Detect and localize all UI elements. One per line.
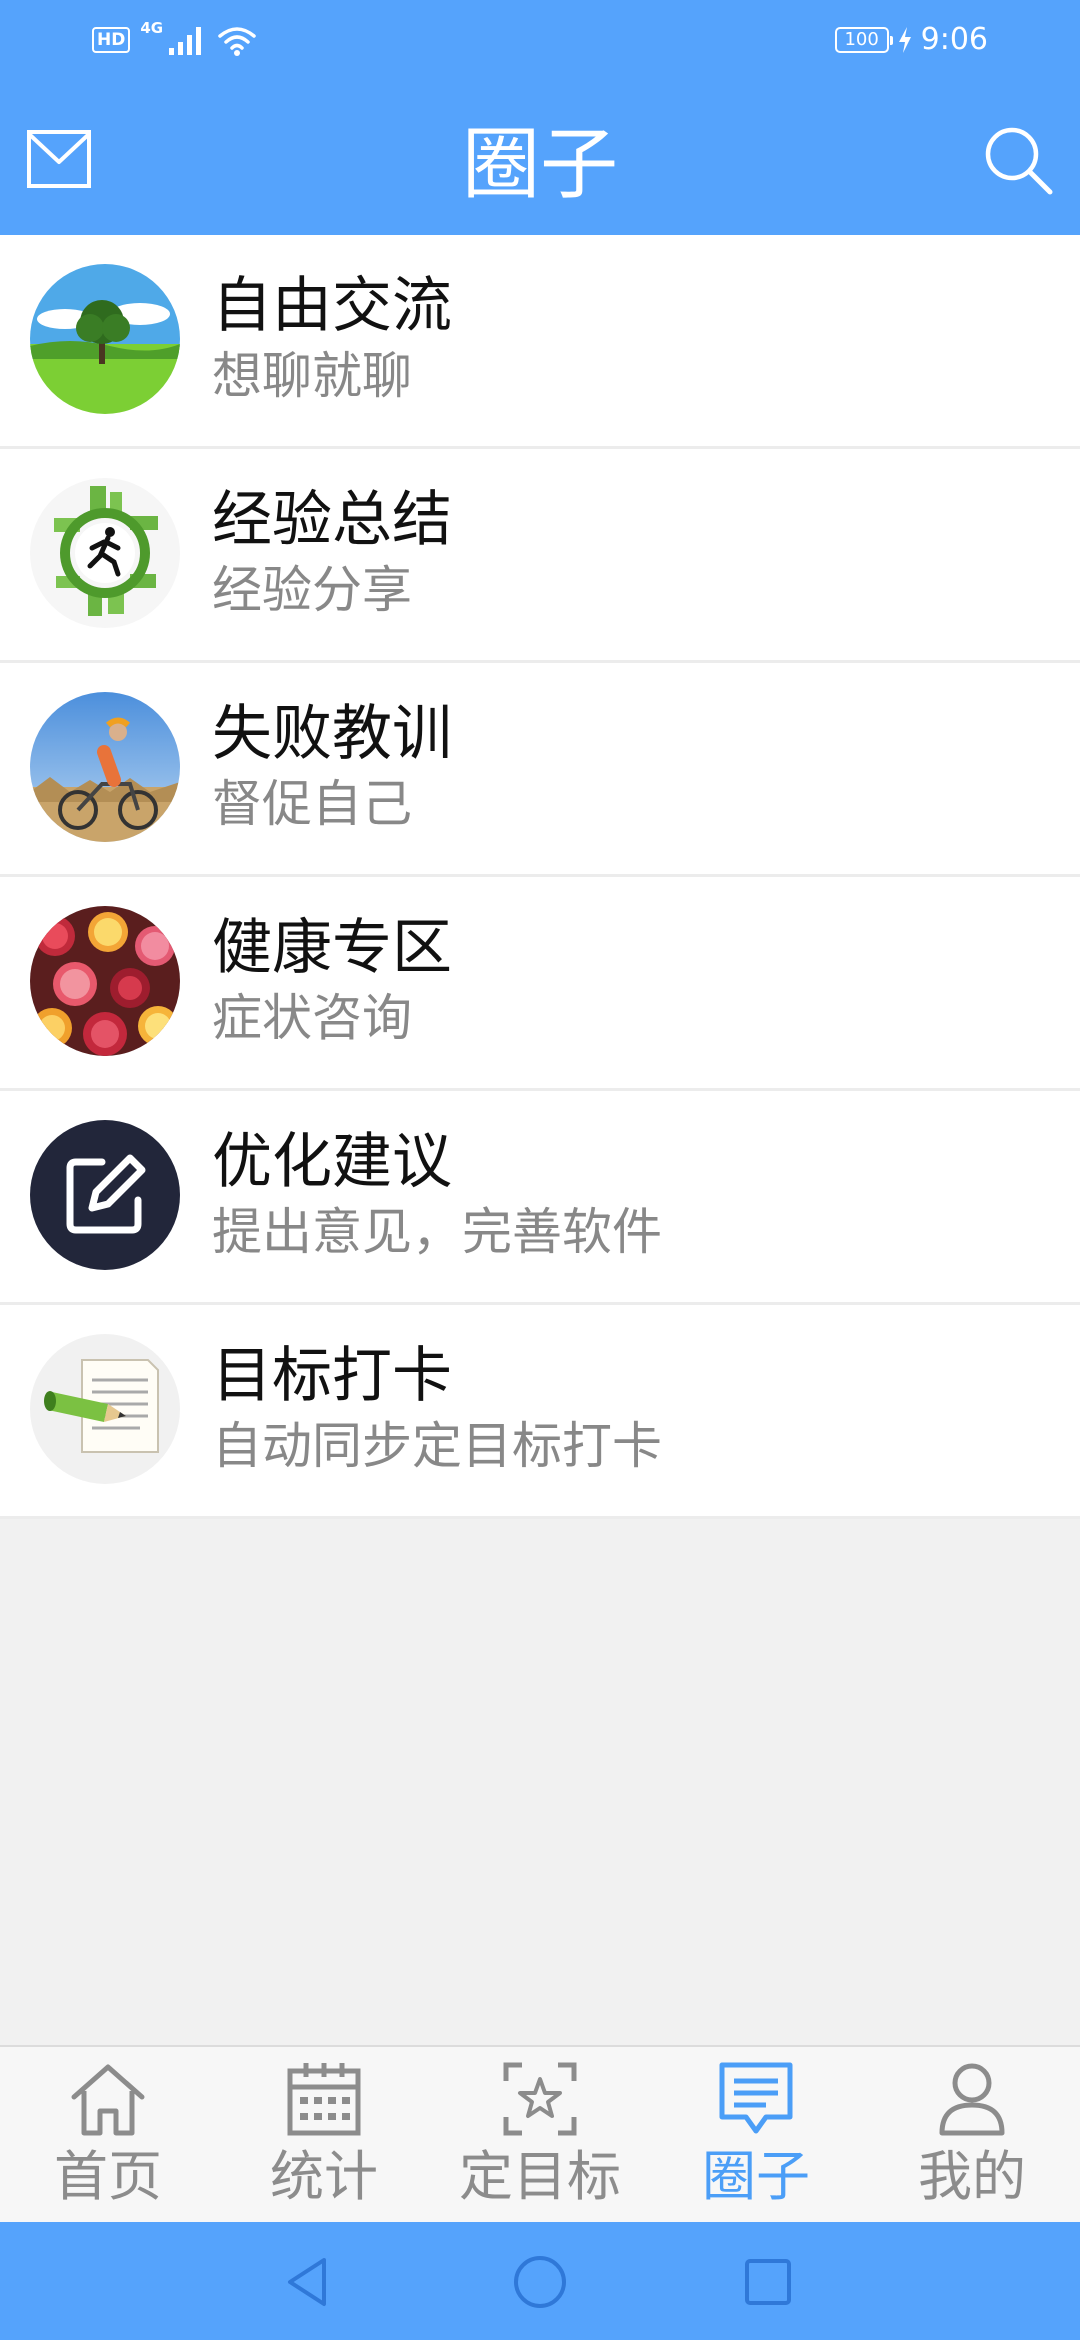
item-title: 经验总结 <box>212 485 452 555</box>
status-bar: HD 4G 100 9:06 <box>0 0 1080 84</box>
app-bar: 圈子 <box>0 84 1080 235</box>
network-type: 4G <box>140 19 164 37</box>
bottom-tab-bar: 首页 统计 定目标 圈子 我的 <box>0 2045 1080 2222</box>
item-subtitle: 想聊就聊 <box>212 347 412 405</box>
home-icon <box>71 2064 145 2136</box>
chat-bubble-icon <box>719 2062 793 2134</box>
item-subtitle: 自动同步定目标打卡 <box>212 1417 662 1475</box>
tab-label: 定目标 <box>459 2145 621 2208</box>
item-title: 优化建议 <box>212 1127 452 1197</box>
recents-square-icon[interactable] <box>738 2252 798 2312</box>
item-title: 失败教训 <box>212 699 452 769</box>
edit-note-avatar <box>30 1120 180 1270</box>
back-triangle-icon[interactable] <box>278 2252 338 2312</box>
hd-badge: HD <box>92 27 131 53</box>
status-left: HD 4G <box>92 19 257 56</box>
clock: 9:06 <box>920 22 988 57</box>
charging-bolt-icon <box>898 26 911 53</box>
tab-mine[interactable]: 我的 <box>864 2047 1080 2222</box>
tab-home[interactable]: 首页 <box>0 2047 216 2222</box>
list-item[interactable]: 自由交流 想聊就聊 <box>0 235 1080 449</box>
tab-label: 圈子 <box>702 2145 810 2208</box>
wifi-icon <box>218 27 256 56</box>
tab-label: 统计 <box>270 2145 378 2208</box>
item-title: 目标打卡 <box>212 1341 452 1411</box>
item-subtitle: 督促自己 <box>212 775 412 833</box>
calendar-icon <box>287 2063 361 2136</box>
list-item[interactable]: 目标打卡 自动同步定目标打卡 <box>0 1305 1080 1519</box>
list-item[interactable]: 失败教训 督促自己 <box>0 663 1080 877</box>
list-item[interactable]: 健康专区 症状咨询 <box>0 877 1080 1091</box>
list-item[interactable]: 优化建议 提出意见，完善软件 <box>0 1091 1080 1305</box>
fruits-avatar <box>30 906 180 1056</box>
item-title: 自由交流 <box>212 271 452 341</box>
signal-icon <box>169 27 202 55</box>
tab-set-goal[interactable]: 定目标 <box>432 2047 648 2222</box>
battery-indicator: 100 <box>834 26 893 53</box>
user-icon <box>939 2063 1005 2136</box>
cyclist-avatar <box>30 692 180 842</box>
system-nav-bar <box>0 2222 1080 2340</box>
item-title: 健康专区 <box>212 913 452 983</box>
item-subtitle: 经验分享 <box>212 561 412 619</box>
star-target-icon <box>503 2062 577 2136</box>
home-circle-icon[interactable] <box>510 2252 570 2312</box>
runner-city-avatar <box>30 478 180 628</box>
item-subtitle: 提出意见，完善软件 <box>212 1203 662 1261</box>
tree-meadow-avatar <box>30 264 180 414</box>
pencil-paper-avatar <box>30 1334 180 1484</box>
tab-label: 首页 <box>54 2145 162 2208</box>
status-right: 100 9:06 <box>834 22 988 57</box>
tab-label: 我的 <box>918 2145 1026 2208</box>
circle-list: 自由交流 想聊就聊 经验总结 经验分享 失败教训 督促自己 健康专区 症状咨询 … <box>0 235 1080 1519</box>
tab-statistics[interactable]: 统计 <box>216 2047 432 2222</box>
tab-circles[interactable]: 圈子 <box>648 2047 864 2222</box>
item-subtitle: 症状咨询 <box>212 989 412 1047</box>
search-icon[interactable] <box>982 124 1054 196</box>
page-title: 圈子 <box>461 120 618 210</box>
list-item[interactable]: 经验总结 经验分享 <box>0 449 1080 663</box>
